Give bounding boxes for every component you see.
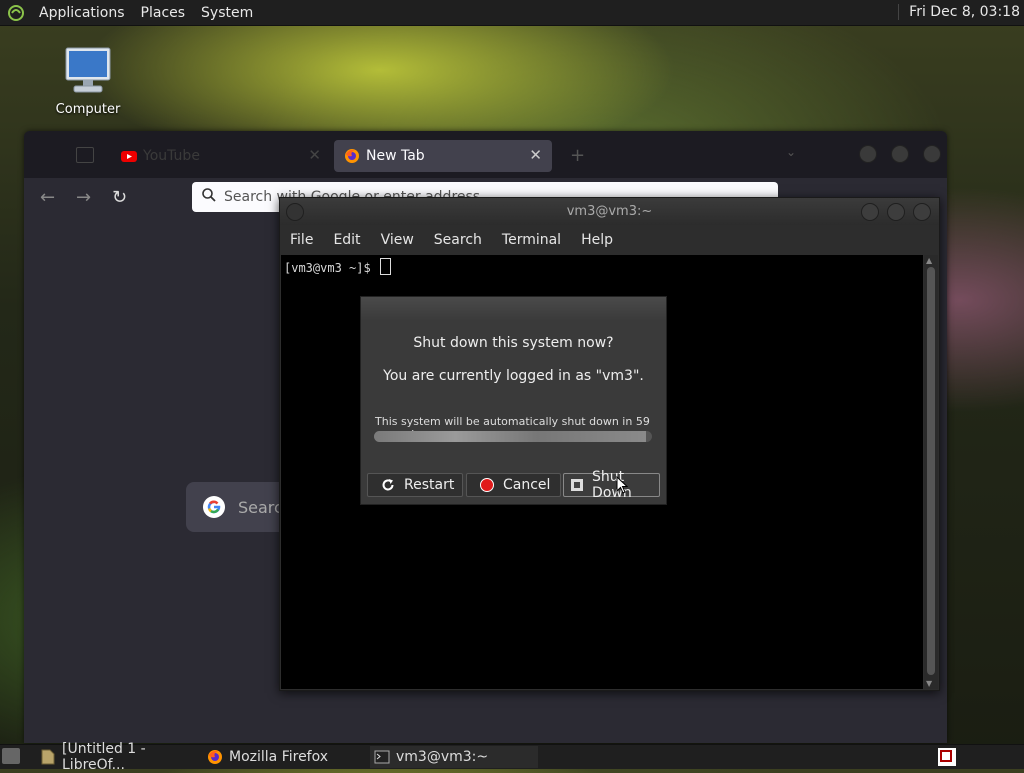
firefox-icon bbox=[344, 148, 360, 164]
close-window-button[interactable] bbox=[923, 145, 941, 163]
top-panel: Applications Places System Fri Dec 8, 03… bbox=[0, 0, 1024, 26]
restart-label: Restart bbox=[404, 477, 455, 493]
close-icon[interactable]: ✕ bbox=[529, 146, 542, 164]
task-label: [Untitled 1 - LibreOf... bbox=[62, 741, 146, 773]
menu-system[interactable]: System bbox=[193, 5, 261, 21]
shell-prompt: [vm3@vm3 ~]$ bbox=[284, 261, 378, 275]
restart-icon bbox=[380, 477, 396, 493]
cancel-button[interactable]: Cancel bbox=[466, 473, 561, 497]
maximize-button[interactable] bbox=[887, 203, 905, 221]
taskbar-item-libreoffice[interactable]: [Untitled 1 - LibreOf... bbox=[36, 741, 201, 773]
progress-fill bbox=[374, 431, 647, 442]
menu-places[interactable]: Places bbox=[133, 5, 194, 21]
task-label: Mozilla Firefox bbox=[229, 749, 329, 765]
google-icon bbox=[202, 495, 226, 519]
minimize-button[interactable] bbox=[859, 145, 877, 163]
clock[interactable]: Fri Dec 8, 03:18 bbox=[898, 4, 1020, 20]
list-tabs-chevron-icon[interactable]: ⌄ bbox=[786, 145, 796, 159]
terminal-title: vm3@vm3:~ bbox=[566, 204, 653, 219]
dialog-logged-in-text: You are currently logged in as "vm3". bbox=[383, 368, 644, 384]
back-arrow-icon[interactable]: ← bbox=[40, 187, 55, 208]
desktop-icon-label: Computer bbox=[55, 102, 121, 117]
menu-search[interactable]: Search bbox=[424, 232, 492, 248]
scroll-up-icon[interactable]: ▲ bbox=[926, 256, 932, 265]
shutdown-dialog: Shut down this system now? You are curre… bbox=[360, 296, 667, 505]
text-cursor bbox=[379, 258, 391, 275]
new-tab-plus-icon[interactable]: + bbox=[570, 145, 585, 166]
tab-new-tab[interactable]: New Tab ✕ bbox=[334, 140, 552, 172]
tab-youtube[interactable]: YouTube ✕ bbox=[111, 140, 331, 172]
scrollbar-thumb[interactable] bbox=[927, 267, 935, 675]
maximize-button[interactable] bbox=[891, 145, 909, 163]
menu-help[interactable]: Help bbox=[571, 232, 623, 248]
stop-icon bbox=[479, 477, 495, 493]
close-icon[interactable]: ✕ bbox=[308, 146, 321, 164]
terminal-titlebar[interactable]: vm3@vm3:~ bbox=[280, 198, 939, 225]
cancel-label: Cancel bbox=[503, 477, 551, 493]
firefox-icon bbox=[207, 749, 223, 765]
terminal-scrollbar[interactable]: ▲ ▼ bbox=[924, 255, 938, 689]
taskbar-item-terminal[interactable]: vm3@vm3:~ bbox=[370, 746, 538, 768]
scroll-down-icon[interactable]: ▼ bbox=[926, 679, 932, 688]
show-desktop-icon[interactable] bbox=[2, 748, 20, 764]
menu-terminal[interactable]: Terminal bbox=[492, 232, 571, 248]
menu-view[interactable]: View bbox=[371, 232, 424, 248]
mate-logo-icon[interactable] bbox=[5, 2, 27, 24]
reload-icon[interactable]: ↻ bbox=[112, 187, 127, 208]
mouse-pointer-icon bbox=[616, 475, 629, 498]
countdown-progress-bar bbox=[374, 431, 652, 442]
youtube-icon bbox=[121, 148, 137, 164]
firefox-tabbar: YouTube ✕ New Tab ✕ + ⌄ bbox=[24, 131, 947, 178]
tab-overview-icon[interactable] bbox=[76, 147, 94, 163]
tab-label: YouTube bbox=[143, 148, 200, 164]
menu-file[interactable]: File bbox=[280, 232, 323, 248]
menu-edit[interactable]: Edit bbox=[323, 232, 370, 248]
taskbar-item-firefox[interactable]: Mozilla Firefox bbox=[203, 746, 368, 768]
close-window-button[interactable] bbox=[913, 203, 931, 221]
power-off-icon bbox=[570, 477, 584, 493]
window-menu-button[interactable] bbox=[286, 203, 304, 221]
shut-down-button[interactable]: Shut Down bbox=[563, 469, 660, 501]
dialog-question: Shut down this system now? bbox=[413, 335, 614, 351]
tab-label: New Tab bbox=[366, 148, 425, 164]
search-icon bbox=[202, 188, 216, 206]
forward-arrow-icon[interactable]: → bbox=[76, 187, 91, 208]
workspace-switcher[interactable] bbox=[938, 748, 956, 766]
menu-applications[interactable]: Applications bbox=[31, 5, 133, 21]
terminal-menubar: File Edit View Search Terminal Help bbox=[280, 225, 939, 254]
terminal-icon bbox=[374, 749, 390, 765]
minimize-button[interactable] bbox=[861, 203, 879, 221]
task-label: vm3@vm3:~ bbox=[396, 749, 489, 765]
restart-button[interactable]: Restart bbox=[367, 473, 463, 497]
computer-icon bbox=[64, 46, 112, 96]
bottom-panel: [Untitled 1 - LibreOf... Mozilla Firefox… bbox=[0, 741, 1024, 773]
desktop-icon-computer[interactable]: Computer bbox=[52, 46, 124, 117]
libreoffice-icon bbox=[40, 749, 56, 765]
